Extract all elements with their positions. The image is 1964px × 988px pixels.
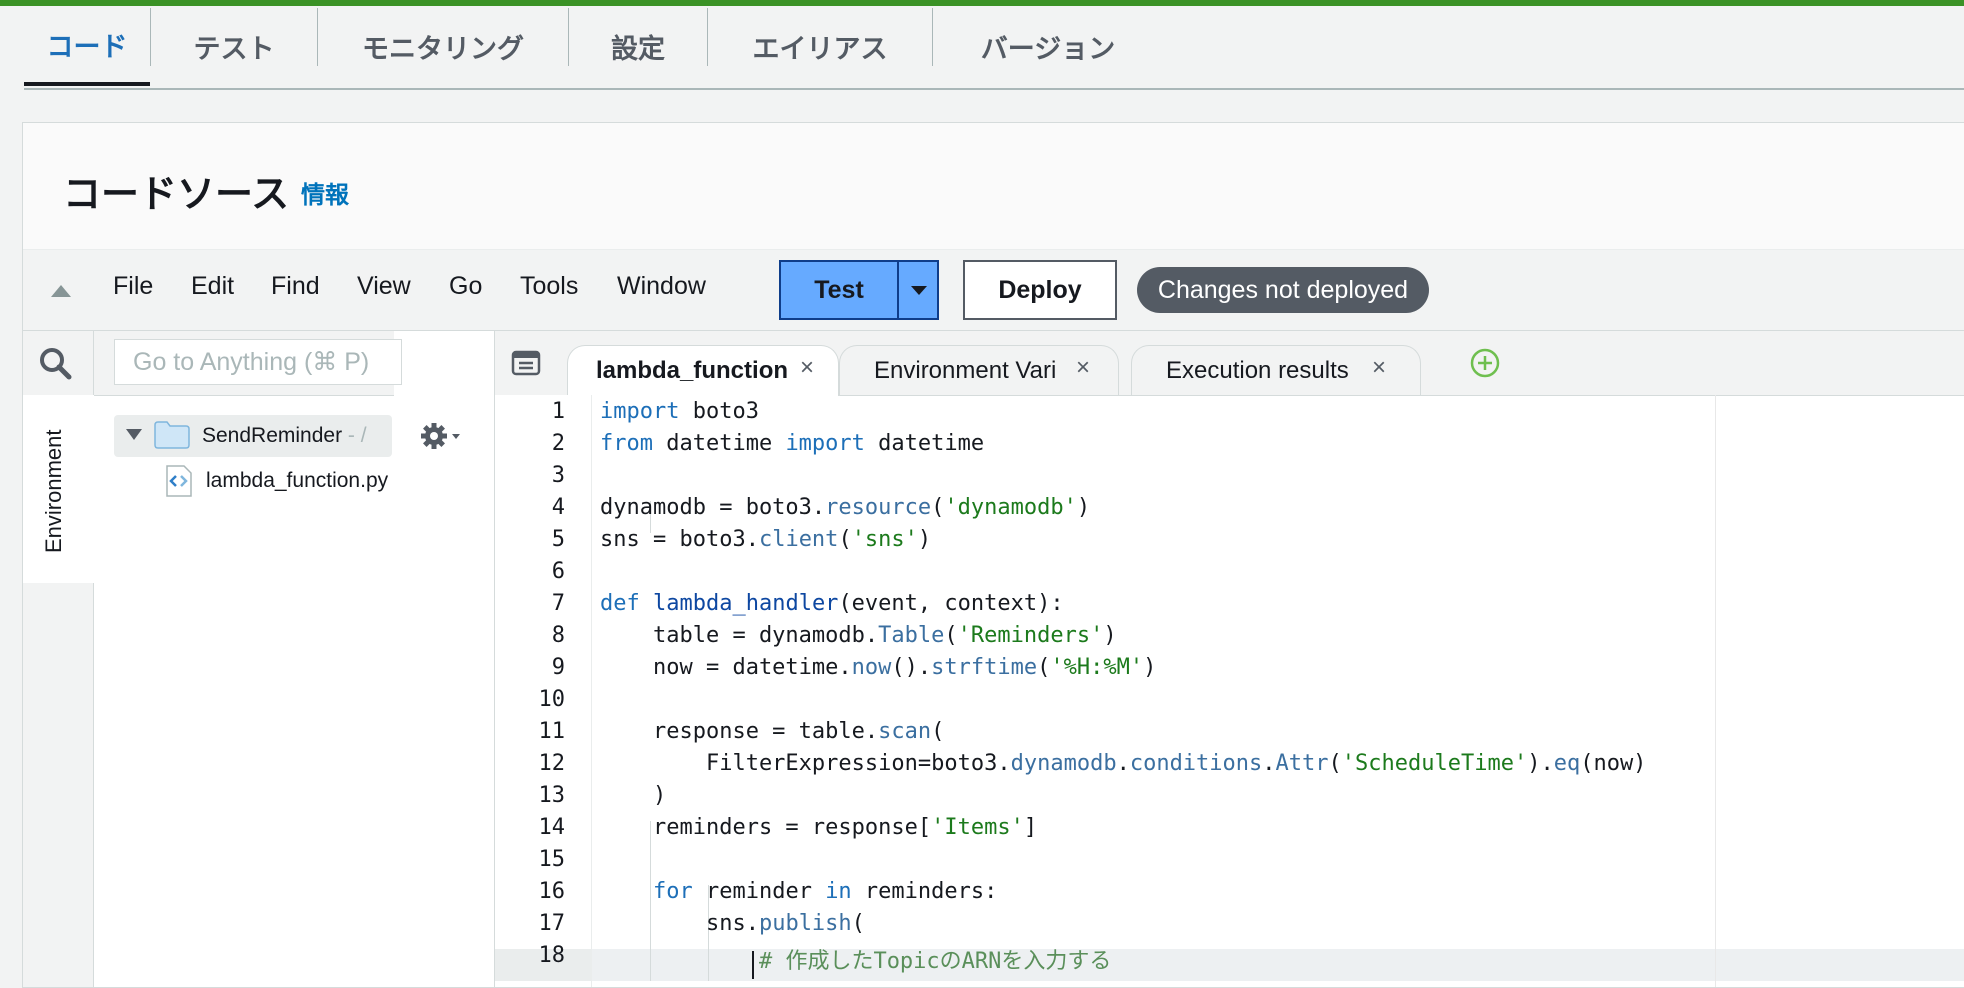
code-line: # 作成したTopicのARNを入力する <box>758 949 1112 974</box>
editor-tab-execution-results[interactable]: Execution results × <box>1131 345 1421 395</box>
tab-monitoring-label: モニタリング <box>362 33 524 64</box>
code-line: def lambda_handler(event, context): <box>600 591 1064 616</box>
environment-tab[interactable]: Environment <box>23 395 94 583</box>
line-number: 16 <box>538 879 566 904</box>
code-text-area[interactable]: import boto3 from datetime import datetim… <box>592 395 1964 987</box>
editor-tab-bar: lambda_function × Environment Vari × Exe… <box>495 331 1964 396</box>
line-number: 9 <box>551 655 565 680</box>
code-source-panel: コードソース 情報 File Edit Find View Go Tools W… <box>22 122 1964 988</box>
python-file-icon <box>166 465 192 497</box>
search-icon[interactable] <box>37 345 73 381</box>
tab-test[interactable]: テスト <box>151 6 317 86</box>
file-tree-toolbar <box>94 331 402 396</box>
side-toolbar: Environment <box>23 331 94 987</box>
code-line: for reminder in reminders: <box>652 879 998 904</box>
line-number: 14 <box>538 815 566 840</box>
environment-tab-label: Environment <box>41 429 66 553</box>
line-number: 11 <box>538 719 566 744</box>
code-line: sns.publish( <box>600 911 865 936</box>
tab-monitoring[interactable]: モニタリング <box>318 6 568 86</box>
line-number: 3 <box>551 463 565 488</box>
tab-settings[interactable]: 設定 <box>569 6 707 86</box>
file-name: lambda_function.py <box>206 469 389 492</box>
menu-find[interactable]: Find <box>271 272 320 301</box>
line-number: 13 <box>538 783 566 808</box>
caret-down-icon[interactable] <box>126 429 142 440</box>
editor-tab-label: lambda_function <box>596 357 789 384</box>
collapse-up-icon[interactable] <box>51 285 71 297</box>
code-line: now = datetime.now().strftime('%H:%M') <box>600 655 1157 680</box>
tabs-menu-icon[interactable] <box>511 349 541 377</box>
test-button[interactable]: Test <box>781 262 897 318</box>
code-line: dynamodb = boto3.resource('dynamodb') <box>600 495 1091 520</box>
code-line: import boto3 <box>600 399 759 424</box>
close-icon[interactable]: × <box>1372 354 1386 382</box>
tab-versions[interactable]: バージョン <box>933 6 1163 86</box>
line-number: 15 <box>538 847 566 872</box>
line-number: 18 <box>538 943 566 968</box>
info-link[interactable]: 情報 <box>301 175 349 210</box>
menu-tools[interactable]: Tools <box>520 272 578 301</box>
tab-settings-label: 設定 <box>611 33 665 64</box>
code-editor: lambda_function × Environment Vari × Exe… <box>494 331 1964 987</box>
menu-view[interactable]: View <box>357 272 411 301</box>
folder-icon <box>154 421 190 449</box>
tab-versions-label: バージョン <box>980 33 1116 64</box>
code-line: FilterExpression=boto3.dynamodb.conditio… <box>600 751 1647 776</box>
line-number: 5 <box>551 527 565 552</box>
line-number: 12 <box>538 751 566 776</box>
line-number: 4 <box>551 495 565 520</box>
ide-menubar: File Edit Find View Go Tools Window Test… <box>23 250 1964 331</box>
folder-path: - / <box>342 424 367 447</box>
deploy-button[interactable]: Deploy <box>963 260 1117 320</box>
menu-window[interactable]: Window <box>617 272 706 301</box>
menu-edit[interactable]: Edit <box>191 272 234 301</box>
editor-tab-label: Execution results <box>1166 357 1349 384</box>
line-number-gutter: 1 2 3 4 5 6 7 8 9 10 11 12 13 14 15 16 17 18 <box>495 395 592 987</box>
panel-header: コードソース 情報 <box>23 123 1964 250</box>
print-margin <box>1715 395 1716 987</box>
close-icon[interactable]: × <box>800 354 814 382</box>
code-line: response = table.scan( <box>600 719 945 744</box>
code-line: reminders = response['Items'] <box>600 815 1038 840</box>
line-number: 2 <box>551 431 565 456</box>
file-tree: SendReminder - / <box>94 331 460 987</box>
code-line: table = dynamodb.Table('Reminders') <box>600 623 1117 648</box>
menu-go[interactable]: Go <box>449 272 482 301</box>
tree-root-label: SendReminder - / <box>202 424 367 448</box>
folder-name: SendReminder <box>202 424 343 447</box>
tab-aliases-label: エイリアス <box>752 33 888 64</box>
tab-code[interactable]: コード <box>24 6 150 86</box>
code-line: ) <box>600 783 667 808</box>
line-number: 7 <box>551 591 565 616</box>
tab-aliases[interactable]: エイリアス <box>708 6 932 86</box>
gear-icon[interactable] <box>416 415 464 457</box>
menu-file[interactable]: File <box>113 272 153 301</box>
chevron-down-icon[interactable] <box>899 262 937 318</box>
tree-root-folder[interactable]: SendReminder - / <box>114 415 392 457</box>
code-line: from datetime import datetime <box>600 431 985 456</box>
editor-tab-environment-variables[interactable]: Environment Vari × <box>839 345 1119 395</box>
status-badge: Changes not deployed <box>1137 267 1429 313</box>
code-line: sns = boto3.client('sns') <box>600 527 932 552</box>
line-number: 6 <box>551 559 565 584</box>
go-to-anything-input[interactable] <box>114 339 402 385</box>
close-icon[interactable]: × <box>1076 354 1090 382</box>
editor-tab-label: Environment Vari <box>874 357 1057 384</box>
tab-code-label: コード <box>46 31 128 62</box>
line-number: 17 <box>538 911 566 936</box>
line-number: 1 <box>551 399 565 424</box>
editor-tab-lambda-function[interactable]: lambda_function × <box>567 345 839 396</box>
function-tabs: コード テスト モニタリング 設定 エイリアス バージョン <box>24 6 1964 90</box>
side-toolbar-top <box>23 331 93 396</box>
line-number: 10 <box>538 687 566 712</box>
tab-test-label: テスト <box>193 33 275 64</box>
add-tab-icon[interactable] <box>1469 347 1501 379</box>
page-title: コードソース <box>63 174 290 216</box>
test-button-group: Test <box>779 260 939 320</box>
line-number: 8 <box>551 623 565 648</box>
